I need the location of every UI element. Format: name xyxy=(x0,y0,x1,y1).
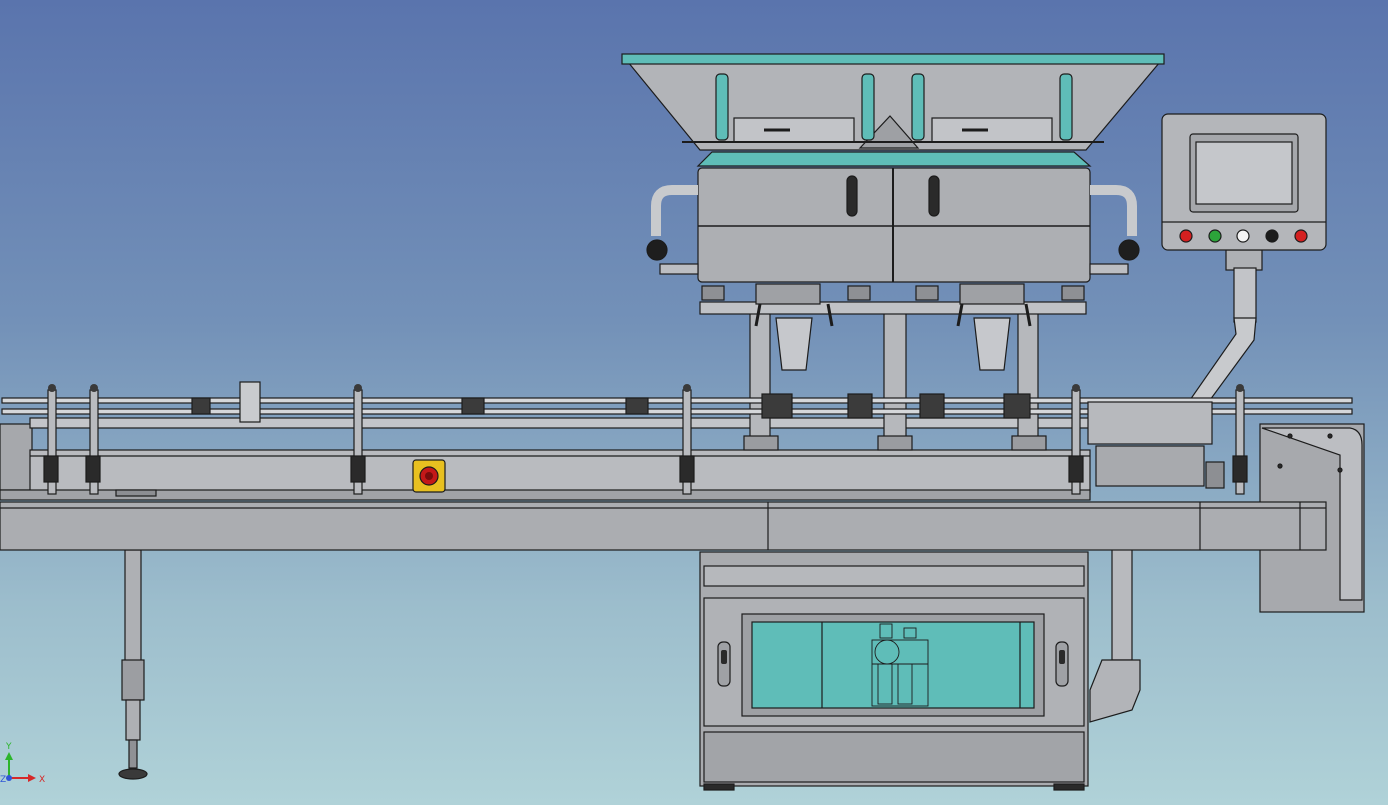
conveyor-frame xyxy=(0,417,1091,501)
conveyor-base-beam xyxy=(0,501,1327,551)
axis-y-label: Y xyxy=(6,742,12,752)
indicator-light-4[interactable] xyxy=(1265,229,1279,243)
counting-machine-drawing xyxy=(0,53,1365,791)
indicator-light-2[interactable] xyxy=(1208,229,1222,243)
cabinet-window xyxy=(751,621,1035,709)
emergency-stop-button[interactable] xyxy=(412,459,446,493)
hmi-touchscreen[interactable] xyxy=(1195,141,1293,205)
left-support-leg xyxy=(118,549,148,780)
indicator-light-1[interactable] xyxy=(1179,229,1193,243)
hopper-glass-lid xyxy=(621,53,1165,65)
indicator-light-5[interactable] xyxy=(1294,229,1308,243)
cad-viewport[interactable]: Y Z X xyxy=(0,0,1388,805)
indicator-light-3[interactable] xyxy=(1236,229,1250,243)
base-cabinet xyxy=(699,551,1089,791)
axis-triad xyxy=(5,752,36,782)
axis-x-label: X xyxy=(39,775,46,785)
hopper-support-columns xyxy=(699,301,1087,451)
conveyor-end-box xyxy=(1087,401,1225,489)
axis-z-label: Z xyxy=(0,775,7,785)
